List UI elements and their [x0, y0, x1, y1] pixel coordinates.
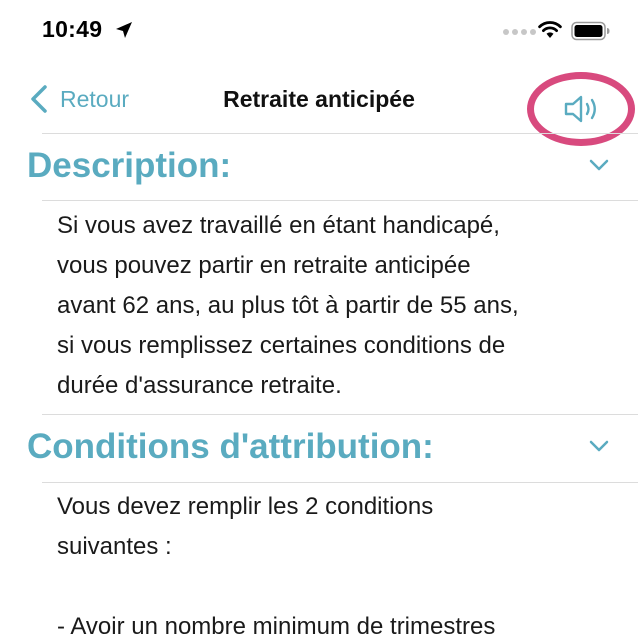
battery-icon — [571, 21, 610, 41]
status-bar: 10:49 — [0, 0, 638, 64]
status-time: 10:49 — [42, 16, 103, 42]
speaker-icon — [564, 95, 596, 123]
divider — [42, 200, 638, 201]
section-body-conditions: Vous devez remplir les 2 conditions suiv… — [57, 493, 496, 636]
location-arrow-icon — [116, 22, 132, 38]
chevron-down-icon — [589, 440, 609, 452]
divider — [42, 482, 638, 483]
cellular-signal-icon — [503, 29, 536, 35]
section-header-conditions[interactable]: Conditions d'attribution: — [0, 415, 638, 479]
section-title: Description: — [27, 146, 232, 185]
wifi-icon — [538, 21, 562, 38]
navigation-bar: Retour Retraite anticipée — [0, 64, 638, 146]
section-body-description: Si vous avez travaillé en étant handicap… — [57, 212, 519, 399]
section-title: Conditions d'attribution: — [27, 427, 434, 466]
section-header-description[interactable]: Description: — [0, 134, 638, 198]
chevron-down-icon — [589, 159, 609, 171]
